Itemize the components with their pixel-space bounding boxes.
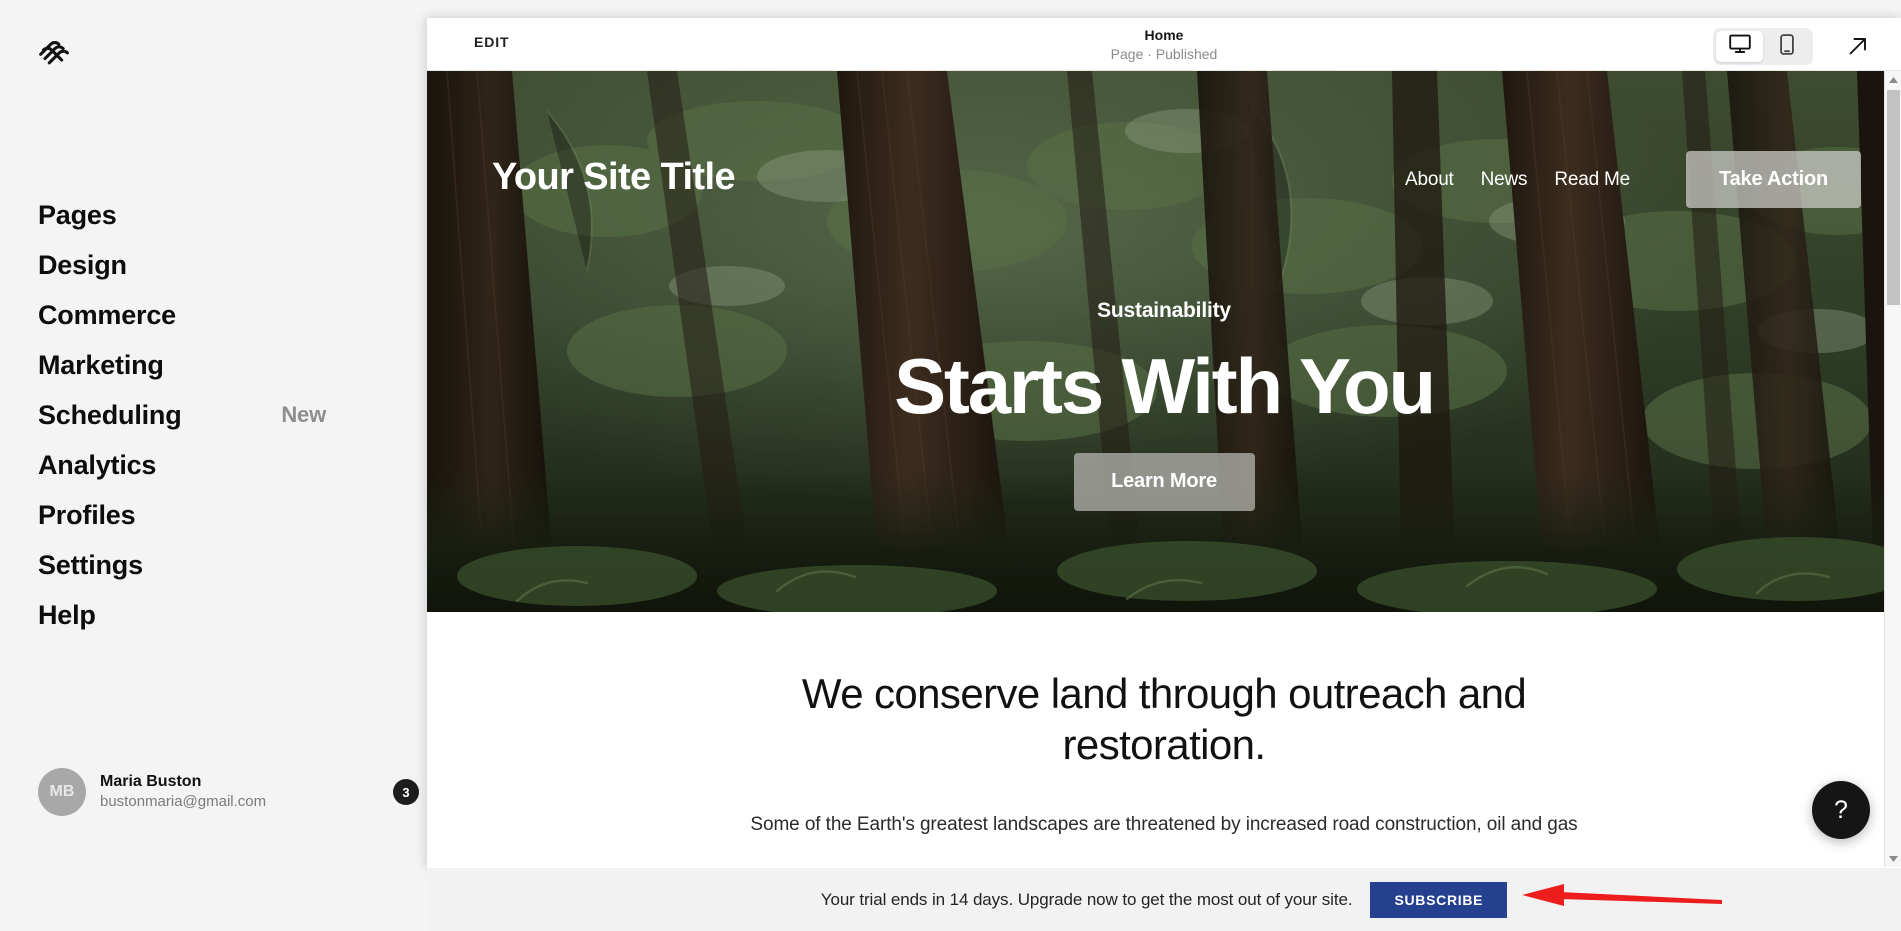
learn-more-button[interactable]: Learn More xyxy=(1073,452,1255,511)
trial-banner-text: Your trial ends in 14 days. Upgrade now … xyxy=(820,889,1353,909)
sidebar-item-design[interactable]: Design xyxy=(38,240,368,290)
desktop-view-button[interactable] xyxy=(1716,31,1763,62)
sidebar-nav: Pages Design Commerce Marketing Scheduli… xyxy=(38,190,368,640)
sidebar-item-label: Design xyxy=(38,249,127,280)
page-meta: Home Page · Published xyxy=(427,26,1901,64)
sidebar-item-label: Marketing xyxy=(38,349,164,380)
sidebar-item-profiles[interactable]: Profiles xyxy=(38,490,368,540)
site-nav: About News Read Me Take Action xyxy=(1405,151,1861,208)
hero-content: Sustainability Starts With You Learn Mor… xyxy=(427,299,1901,511)
site-nav-link-read-me[interactable]: Read Me xyxy=(1554,169,1630,191)
sidebar: Pages Design Commerce Marketing Scheduli… xyxy=(0,0,427,931)
preview-toolbar: EDIT Home Page · Published xyxy=(427,18,1901,71)
site-title[interactable]: Your Site Title xyxy=(492,156,736,199)
device-view-toggle xyxy=(1713,28,1813,65)
mobile-view-button[interactable] xyxy=(1763,31,1810,62)
page-title: Home xyxy=(1144,27,1184,43)
hero-section: Your Site Title About News Read Me Take … xyxy=(427,71,1901,612)
hero-headline: Starts With You xyxy=(894,342,1436,430)
mobile-phone-icon xyxy=(1779,33,1794,60)
page-status: Page · Published xyxy=(1110,45,1218,62)
account-text: Maria Buston bustonmaria@gmail.com xyxy=(100,772,266,812)
desktop-monitor-icon xyxy=(1728,34,1751,59)
sidebar-item-label: Help xyxy=(38,599,96,630)
sidebar-item-help[interactable]: Help xyxy=(38,590,368,640)
site-nav-link-news[interactable]: News xyxy=(1481,169,1528,191)
hero-eyebrow: Sustainability xyxy=(1097,299,1231,322)
help-button[interactable]: ? xyxy=(1812,781,1870,839)
squarespace-logo-icon[interactable] xyxy=(34,29,76,71)
sidebar-item-label: Scheduling xyxy=(38,399,182,430)
sidebar-item-new-badge: New xyxy=(281,402,326,427)
sidebar-item-label: Profiles xyxy=(38,499,136,530)
sidebar-item-pages[interactable]: Pages xyxy=(38,190,368,240)
sidebar-item-settings[interactable]: Settings xyxy=(38,540,368,590)
avatar: MB xyxy=(38,768,86,816)
sidebar-item-marketing[interactable]: Marketing xyxy=(38,340,368,390)
trial-banner: Your trial ends in 14 days. Upgrade now … xyxy=(427,868,1901,931)
sidebar-item-scheduling[interactable]: Scheduling New xyxy=(38,390,368,440)
scrollbar-thumb[interactable] xyxy=(1887,90,1900,305)
account-name: Maria Buston xyxy=(100,773,202,791)
site-nav-link-about[interactable]: About xyxy=(1405,169,1454,191)
preview-scrollbar[interactable] xyxy=(1884,71,1901,867)
squarespace-editor-window: Pages Design Commerce Marketing Scheduli… xyxy=(0,0,1901,931)
body-paragraph: Some of the Earth's greatest landscapes … xyxy=(750,814,1578,836)
sidebar-item-analytics[interactable]: Analytics xyxy=(38,440,368,490)
annotation-arrow-icon xyxy=(1522,884,1722,906)
sidebar-item-label: Settings xyxy=(38,549,143,580)
sidebar-item-commerce[interactable]: Commerce xyxy=(38,290,368,340)
body-heading: We conserve land through outreach and re… xyxy=(801,670,1527,769)
notification-badge[interactable]: 3 xyxy=(393,779,419,805)
rendered-site: Your Site Title About News Read Me Take … xyxy=(427,71,1901,867)
site-preview-panel: EDIT Home Page · Published Your Site Tit… xyxy=(427,18,1901,868)
sidebar-item-label: Analytics xyxy=(38,449,157,480)
scroll-up-arrow-icon[interactable] xyxy=(1885,71,1901,88)
sidebar-item-label: Pages xyxy=(38,199,117,230)
body-section: We conserve land through outreach and re… xyxy=(427,612,1901,840)
sidebar-item-label: Commerce xyxy=(38,299,176,330)
open-external-arrow-icon[interactable] xyxy=(1845,33,1871,59)
account-email: bustonmaria@gmail.com xyxy=(100,793,267,811)
subscribe-button[interactable]: SUBSCRIBE xyxy=(1370,881,1508,918)
scroll-down-arrow-icon[interactable] xyxy=(1885,850,1901,867)
account-row[interactable]: MB Maria Buston bustonmaria@gmail.com 3 xyxy=(38,768,419,816)
take-action-button[interactable]: Take Action xyxy=(1686,151,1861,208)
